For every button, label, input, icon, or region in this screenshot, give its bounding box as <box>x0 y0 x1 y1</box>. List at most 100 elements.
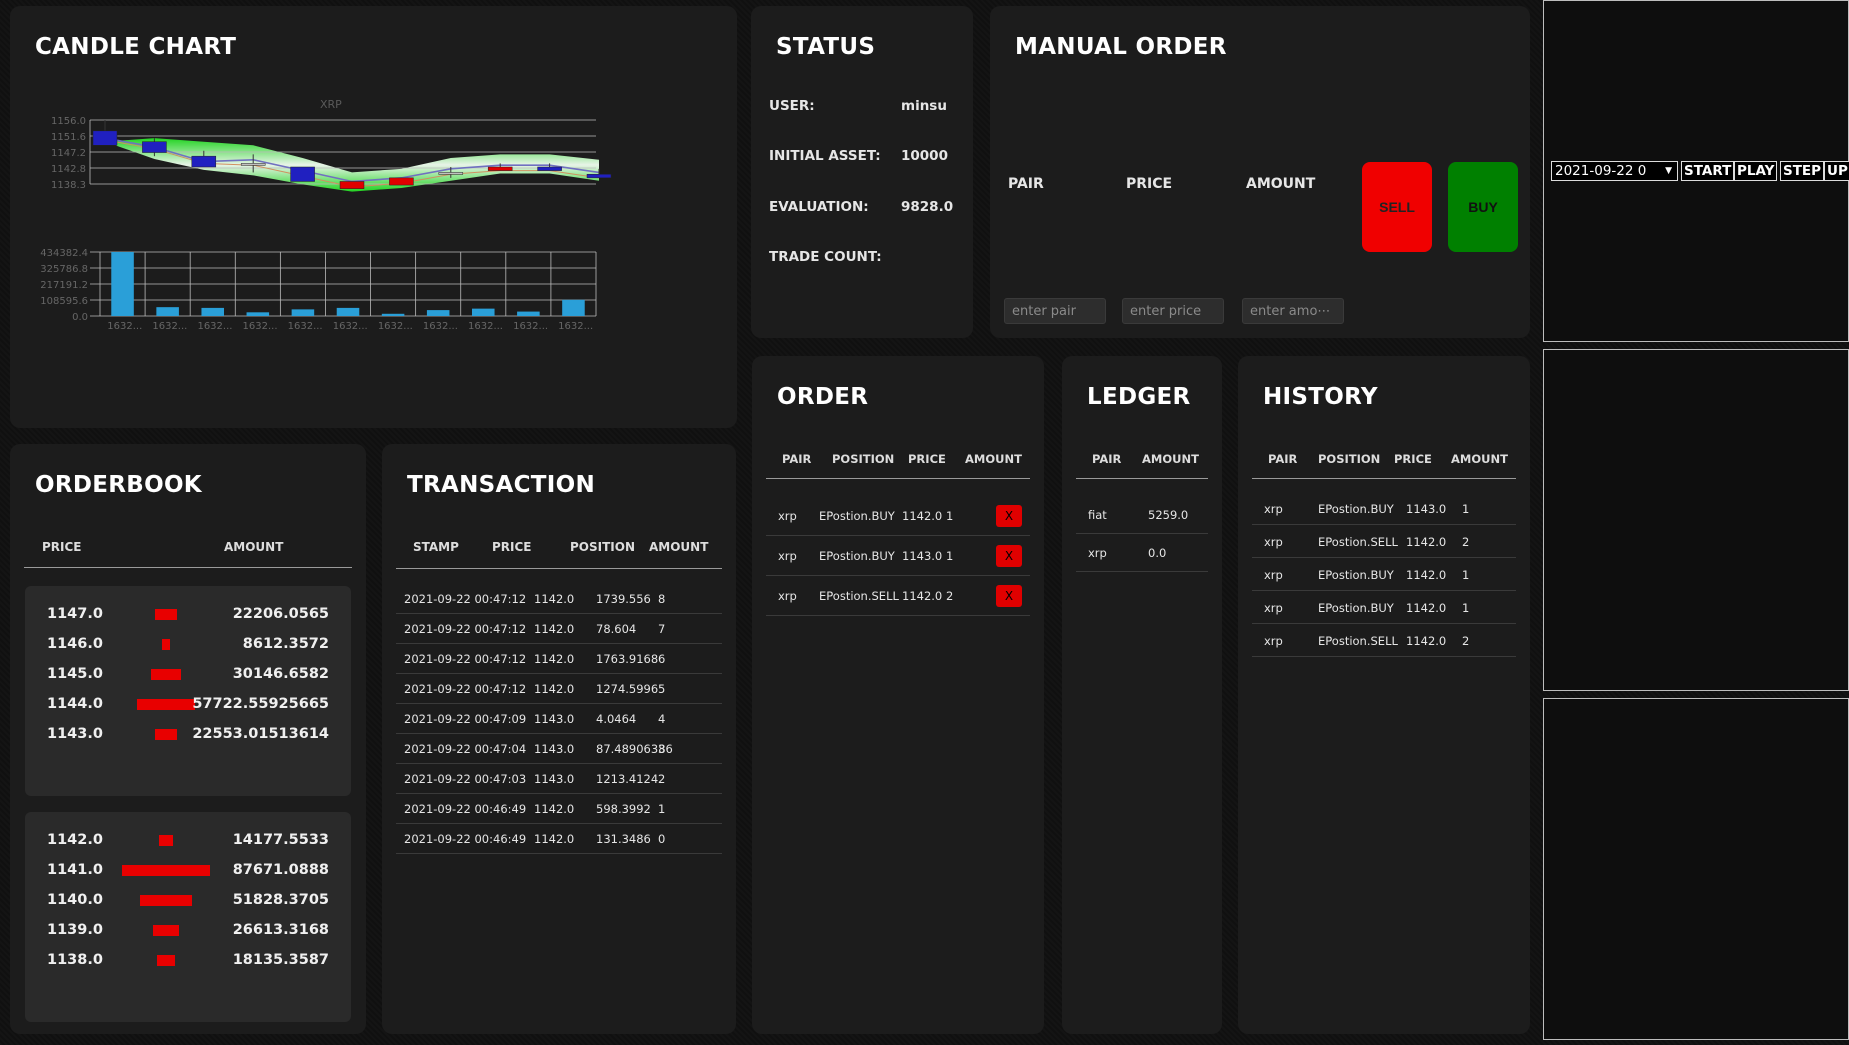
row-divider <box>1076 571 1208 572</box>
start-button[interactable]: START <box>1681 161 1735 181</box>
transaction-cell: 1763.9168 <box>596 652 659 666</box>
candle-body <box>586 173 612 179</box>
pair-input[interactable] <box>1004 298 1106 324</box>
history-cell: EPostion.BUY <box>1318 502 1394 516</box>
orderbook-row[interactable]: 1143.0 22553.01513614 <box>25 720 351 750</box>
order-row[interactable]: xrp EPostion.BUY 1142.0 1 X <box>766 496 1030 536</box>
price-input[interactable] <box>1122 298 1224 324</box>
orderbook-row[interactable]: 1146.0 8612.3572 <box>25 630 351 660</box>
orderbook-amount: 22553.01513614 <box>192 726 329 742</box>
orderbook-volume-bar <box>154 609 178 620</box>
candle-body <box>339 181 365 189</box>
orderbook-volume-bar <box>158 835 174 846</box>
transaction-cell: 131.3486 <box>596 832 651 846</box>
orderbook-price: 1145.0 <box>47 666 103 682</box>
transaction-cell: 5 <box>658 682 666 696</box>
orderbook-volume-bar <box>161 639 171 650</box>
col-header-amount: AMOUNT <box>1451 452 1508 466</box>
transaction-cell: 2021-09-22 00:47:03 <box>404 772 527 786</box>
cancel-order-button[interactable]: X <box>996 545 1022 567</box>
order-cell: EPostion.BUY <box>819 509 895 523</box>
volume-bar <box>426 310 450 316</box>
manual-order-panel: MANUAL ORDER PAIR PRICE AMOUNT SELL BUY <box>990 6 1530 338</box>
transaction-row[interactable]: 2021-09-22 00:47:12 1142.0 1739.556 8 <box>396 584 722 614</box>
cancel-order-button[interactable]: X <box>996 585 1022 607</box>
transaction-row[interactable]: 2021-09-22 00:47:12 1142.0 78.604 7 <box>396 614 722 644</box>
transaction-cell: 1142.0 <box>534 802 575 816</box>
cancel-order-button[interactable]: X <box>996 505 1022 527</box>
history-cell: EPostion.SELL <box>1318 634 1398 648</box>
transaction-cell: 1143.0 <box>534 712 575 726</box>
volume-tick-label: 0.0 <box>72 312 88 323</box>
orderbook-row[interactable]: 1138.0 18135.3587 <box>25 946 351 976</box>
chevron-down-icon: ▼ <box>1665 166 1672 176</box>
x-tick-label: 1632... <box>333 321 368 332</box>
evaluation-value: 9828.0 <box>901 199 954 215</box>
ledger-row[interactable]: fiat 5259.0 <box>1076 496 1208 534</box>
col-header-pair: PAIR <box>1268 452 1298 466</box>
volume-bar <box>111 252 134 316</box>
volume-bar <box>156 307 179 316</box>
y-tick-label: 1142.8 <box>51 164 86 175</box>
volume-bar <box>381 313 405 316</box>
volume-bar <box>246 312 270 316</box>
history-list: xrp EPostion.BUY 1143.0 1 xrp EPostion.SELL 11… <box>1252 492 1516 792</box>
play-button[interactable]: PLAY <box>1734 161 1778 181</box>
col-header-amount: AMOUNT <box>965 452 1022 466</box>
transaction-row[interactable]: 2021-09-22 00:47:03 1143.0 1213.4124 2 <box>396 764 722 794</box>
transaction-cell: 2 <box>658 772 666 786</box>
side-frame-bottom <box>1543 698 1849 1040</box>
orderbook-row[interactable]: 1142.0 14177.5533 <box>25 826 351 856</box>
step-button[interactable]: STEP <box>1780 161 1825 181</box>
side-frame-middle <box>1543 349 1849 691</box>
orderbook-volume-bar <box>150 669 182 680</box>
sell-button[interactable]: SELL <box>1362 162 1432 252</box>
col-header-stamp: STAMP <box>413 540 459 554</box>
transaction-row[interactable]: 2021-09-22 00:47:09 1143.0 4.0464 4 <box>396 704 722 734</box>
col-header-price: PRICE <box>492 540 532 554</box>
orderbook-row[interactable]: 1140.0 51828.3705 <box>25 886 351 916</box>
order-panel: ORDER PAIR POSITION PRICE AMOUNT xrp EPos… <box>752 356 1044 1034</box>
history-row[interactable]: xrp EPostion.BUY 1143.0 1 <box>1252 492 1516 525</box>
row-divider <box>396 853 722 854</box>
history-row[interactable]: xrp EPostion.BUY 1142.0 1 <box>1252 591 1516 624</box>
history-row[interactable]: xrp EPostion.SELL 1142.0 2 <box>1252 624 1516 657</box>
transaction-row[interactable]: 2021-09-22 00:47:12 1142.0 1274.5996 5 <box>396 674 722 704</box>
up-button[interactable]: UP <box>1824 161 1849 181</box>
volume-tick-label: 108595.6 <box>40 296 88 307</box>
order-row[interactable]: xrp EPostion.BUY 1143.0 1 X <box>766 536 1030 576</box>
candle-chart: XRP 1156.0 1151.6 1147.2 1142.8 1138.3 434382.… <box>40 98 612 332</box>
panel-title: TRANSACTION <box>407 472 596 498</box>
orderbook-row[interactable]: 1144.0 57722.55925665 <box>25 690 351 720</box>
buy-button[interactable]: BUY <box>1448 162 1518 252</box>
header-divider <box>1076 478 1208 479</box>
order-cell: EPostion.SELL <box>819 589 899 603</box>
order-row[interactable]: xrp EPostion.SELL 1142.0 2 X <box>766 576 1030 616</box>
ledger-cell: 0.0 <box>1148 546 1167 560</box>
orderbook-price: 1138.0 <box>47 952 103 968</box>
history-row[interactable]: xrp EPostion.SELL 1142.0 2 <box>1252 525 1516 558</box>
transaction-row[interactable]: 2021-09-22 00:47:04 1143.0 87.48906386 3 <box>396 734 722 764</box>
transaction-row[interactable]: 2021-09-22 00:46:49 1142.0 131.3486 0 <box>396 824 722 854</box>
panel-title: STATUS <box>776 34 876 60</box>
x-tick-label: 1632... <box>152 321 187 332</box>
x-tick-label: 1632... <box>378 321 413 332</box>
history-row[interactable]: xrp EPostion.BUY 1142.0 1 <box>1252 558 1516 591</box>
panel-title: LEDGER <box>1087 384 1191 410</box>
transaction-row[interactable]: 2021-09-22 00:47:12 1142.0 1763.9168 6 <box>396 644 722 674</box>
orderbook-row[interactable]: 1139.0 26613.3168 <box>25 916 351 946</box>
orderbook-row[interactable]: 1141.0 87671.0888 <box>25 856 351 886</box>
price-label: PRICE <box>1126 176 1173 192</box>
x-tick-label: 1632... <box>558 321 593 332</box>
ledger-row[interactable]: xrp 0.0 <box>1076 534 1208 572</box>
transaction-row[interactable]: 2021-09-22 00:46:49 1142.0 598.3992 1 <box>396 794 722 824</box>
transaction-panel: TRANSACTION STAMP PRICE POSITION AMOUNT … <box>382 444 736 1034</box>
transaction-cell: 2021-09-22 00:46:49 <box>404 832 527 846</box>
orderbook-price: 1141.0 <box>47 862 103 878</box>
orderbook-row[interactable]: 1147.0 22206.0565 <box>25 600 351 630</box>
amount-input[interactable] <box>1242 298 1344 324</box>
orderbook-row[interactable]: 1145.0 30146.6582 <box>25 660 351 690</box>
date-select[interactable]: 2021-09-22 0 ▼ <box>1551 161 1678 181</box>
history-cell: 1 <box>1462 601 1470 615</box>
x-tick-label: 1632... <box>288 321 323 332</box>
